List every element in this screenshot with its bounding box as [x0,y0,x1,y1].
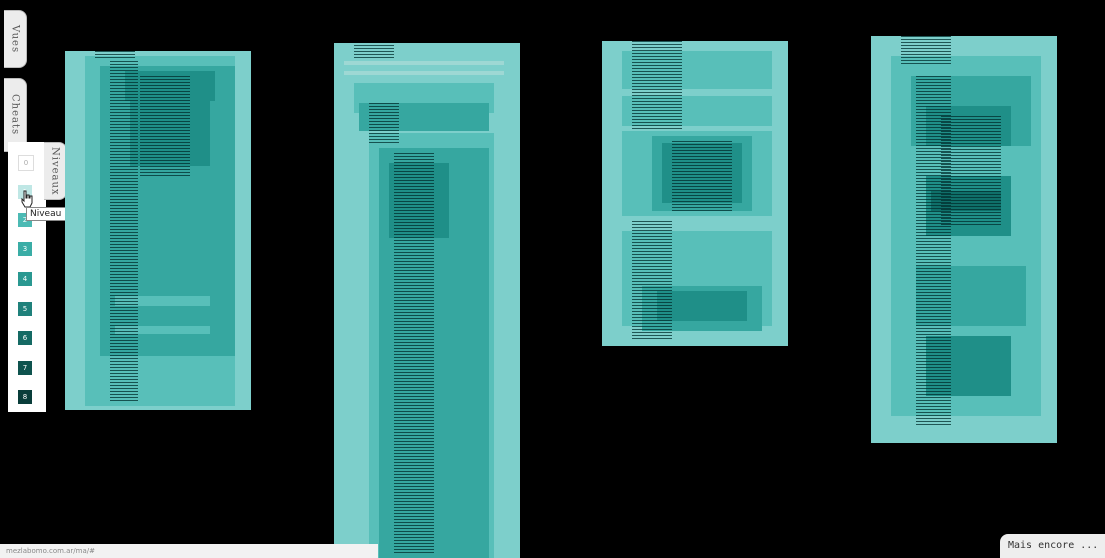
views-tab[interactable]: Vues [4,10,27,68]
page-thumbnail-4[interactable] [871,36,1057,443]
level-3-label: 3 [22,245,28,253]
views-tab-label: Vues [9,24,21,54]
level-6-label: 6 [22,334,28,342]
level-5-button[interactable]: 5 [18,302,32,316]
page-thumbnail-3[interactable] [602,41,788,346]
cheats-tab-label: Cheats [9,94,21,136]
hand-cursor-icon [21,190,33,208]
level-6-button[interactable]: 6 [18,331,32,345]
page-thumbnail-1[interactable] [65,51,251,410]
level-7-label: 7 [22,364,28,372]
level-0-label: 0 [23,159,29,167]
level-7-button[interactable]: 7 [18,361,32,375]
more-button[interactable]: Mais encore ... [1000,534,1105,558]
page-thumbnail-2[interactable] [334,43,520,558]
level-8-label: 8 [22,393,28,401]
level-4-label: 4 [22,275,28,283]
level-3-button[interactable]: 3 [18,242,32,256]
levels-tab[interactable]: Niveaux [44,142,67,200]
level-5-label: 5 [22,305,28,313]
cheats-tab[interactable]: Cheats [4,78,27,152]
levels-tab-label: Niveaux [49,146,61,196]
level-8-button[interactable]: 8 [18,390,32,404]
level-4-button[interactable]: 4 [18,272,32,286]
level-0-button[interactable]: 0 [18,155,34,171]
status-url: mezlabomo.com.ar/ma/# [0,544,378,558]
